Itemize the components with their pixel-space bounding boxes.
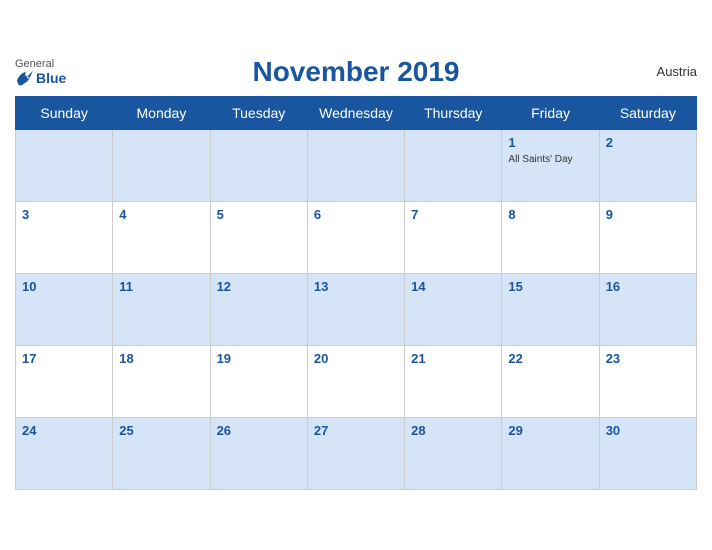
day-number: 19 [217,351,231,366]
day-number: 15 [508,279,522,294]
calendar-cell: 19 [210,345,307,417]
day-number: 4 [119,207,126,222]
calendar-cell [405,129,502,201]
logo-general: General [15,58,54,70]
calendar-week-row: 3 4 5 6 7 8 9 [16,201,697,273]
day-number: 17 [22,351,36,366]
calendar-table: SundayMondayTuesdayWednesdayThursdayFrid… [15,96,697,490]
calendar-cell: 20 [307,345,404,417]
day-number: 25 [119,423,133,438]
calendar-cell [113,129,210,201]
calendar-cell: 7 [405,201,502,273]
day-number: 10 [22,279,36,294]
day-number: 27 [314,423,328,438]
calendar-cell: 22 [502,345,599,417]
day-number: 20 [314,351,328,366]
day-number: 18 [119,351,133,366]
event-text: All Saints' Day [508,154,592,165]
day-number: 21 [411,351,425,366]
calendar-container: General Blue November 2019 Austria Sunda… [0,46,712,505]
country-label: Austria [657,64,697,79]
calendar-cell [210,129,307,201]
calendar-week-row: 1 All Saints' Day 2 [16,129,697,201]
weekday-header-friday: Friday [502,96,599,129]
day-number: 11 [119,279,133,294]
calendar-cell [307,129,404,201]
calendar-cell: 29 [502,417,599,489]
calendar-cell: 30 [599,417,696,489]
calendar-cell: 17 [16,345,113,417]
weekday-header-thursday: Thursday [405,96,502,129]
calendar-cell: 4 [113,201,210,273]
calendar-cell: 12 [210,273,307,345]
calendar-thead: SundayMondayTuesdayWednesdayThursdayFrid… [16,96,697,129]
calendar-cell: 13 [307,273,404,345]
calendar-cell: 9 [599,201,696,273]
calendar-cell: 18 [113,345,210,417]
calendar-week-row: 24 25 26 27 28 29 30 [16,417,697,489]
calendar-cell: 15 [502,273,599,345]
calendar-cell: 1 All Saints' Day [502,129,599,201]
calendar-cell: 24 [16,417,113,489]
weekday-header-row: SundayMondayTuesdayWednesdayThursdayFrid… [16,96,697,129]
calendar-cell: 23 [599,345,696,417]
day-number: 22 [508,351,522,366]
weekday-header-monday: Monday [113,96,210,129]
day-number: 1 [508,135,515,150]
day-number: 8 [508,207,515,222]
day-number: 12 [217,279,231,294]
calendar-cell: 2 [599,129,696,201]
day-number: 14 [411,279,425,294]
day-number: 6 [314,207,321,222]
calendar-cell: 8 [502,201,599,273]
day-number: 26 [217,423,231,438]
calendar-cell: 28 [405,417,502,489]
calendar-header: General Blue November 2019 Austria [15,56,697,88]
day-number: 5 [217,207,224,222]
calendar-cell: 27 [307,417,404,489]
calendar-week-row: 10 11 12 13 14 15 16 [16,273,697,345]
calendar-cell: 6 [307,201,404,273]
logo-bird-icon [15,70,33,86]
day-number: 16 [606,279,620,294]
weekday-header-saturday: Saturday [599,96,696,129]
day-number: 28 [411,423,425,438]
calendar-cell: 3 [16,201,113,273]
calendar-cell: 10 [16,273,113,345]
calendar-cell: 26 [210,417,307,489]
calendar-title: November 2019 [252,56,459,88]
day-number: 29 [508,423,522,438]
day-number: 3 [22,207,29,222]
calendar-week-row: 17 18 19 20 21 22 23 [16,345,697,417]
calendar-cell: 16 [599,273,696,345]
weekday-header-wednesday: Wednesday [307,96,404,129]
calendar-cell: 5 [210,201,307,273]
logo-blue: Blue [15,70,66,86]
logo: General Blue [15,58,66,86]
day-number: 2 [606,135,613,150]
calendar-cell: 25 [113,417,210,489]
weekday-header-tuesday: Tuesday [210,96,307,129]
day-number: 9 [606,207,613,222]
calendar-cell: 11 [113,273,210,345]
day-number: 7 [411,207,418,222]
calendar-cell: 14 [405,273,502,345]
day-number: 13 [314,279,328,294]
calendar-cell: 21 [405,345,502,417]
weekday-header-sunday: Sunday [16,96,113,129]
calendar-tbody: 1All Saints' Day234567891011121314151617… [16,129,697,489]
day-number: 23 [606,351,620,366]
calendar-cell [16,129,113,201]
day-number: 30 [606,423,620,438]
day-number: 24 [22,423,36,438]
